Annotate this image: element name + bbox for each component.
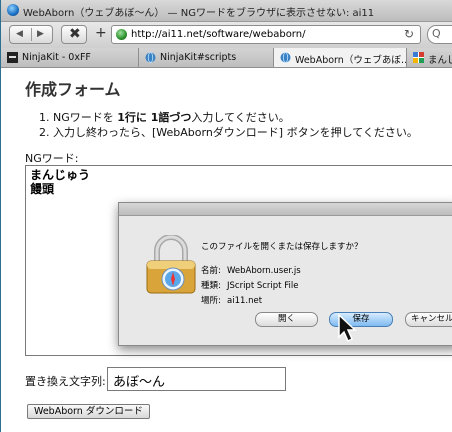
window-title: WebAborn（ウェブあぼ〜ん） — NGワードをブラウザに表示させない: a… <box>23 8 375 19</box>
browser-window: WebAborn（ウェブあぼ〜ん） — NGワードをブラウザに表示させない: a… <box>0 0 452 432</box>
back-forward-buttons[interactable]: ◀ ▶ <box>9 25 53 44</box>
tab-label: NinjaKit - 0xFF <box>22 52 91 63</box>
type-label: 種類: <box>201 281 221 291</box>
mouse-pointer-icon <box>338 313 357 343</box>
tab-manjuu[interactable]: まんじ <box>407 48 452 67</box>
title-bar: WebAborn（ウェブあぼ〜ん） — NGワードをブラウザに表示させない: a… <box>1 0 452 22</box>
reload-icon[interactable]: ↻ <box>404 27 414 41</box>
globe-icon <box>280 52 291 63</box>
tab-ninjakit-scripts[interactable]: NinjaKit#scripts <box>139 48 274 67</box>
name-value: WebAborn.user.js <box>227 266 301 276</box>
location-value: ai11.net <box>227 296 263 306</box>
google-icon <box>413 52 424 63</box>
instructions-list: 1. NGワードを 1行に 1語づつ入力してください。 2. 入力し終わったら、… <box>39 110 418 140</box>
instruction-step-2: 2. 入力し終わったら、[WebAbornダウンロード] ボタンを押してください… <box>39 126 418 139</box>
ng-words-label: NGワード: <box>25 152 79 165</box>
step1-bold: 1行に 1語づつ <box>117 111 192 124</box>
forward-arrow-icon[interactable]: ▶ <box>37 29 44 39</box>
file-download-dialog: このファイルを開くまたは保存しますか？ 名前: WebAborn.user.js … <box>118 202 452 346</box>
download-button[interactable]: WebAborn ダウンロード <box>27 404 150 419</box>
new-tab-button[interactable]: + <box>91 25 111 44</box>
open-button[interactable]: 開く <box>255 312 318 327</box>
step1-suffix: 入力してください。 <box>191 111 290 124</box>
location-label: 場所: <box>201 296 221 306</box>
tab-ninjakit-0xff[interactable]: NinjaKit - 0xFF <box>1 48 139 67</box>
back-arrow-icon[interactable]: ◀ <box>16 29 23 39</box>
navigation-bar: ◀ ▶ ✖ + http://ai11.net/software/webabor… <box>1 22 452 49</box>
address-bar[interactable]: http://ai11.net/software/webaborn/ ↻ <box>111 25 421 44</box>
site-globe-icon <box>116 29 127 40</box>
page-title: 作成フォーム <box>25 80 121 99</box>
tab-webaborn[interactable]: WebAborn（ウェブあぼ… <box>274 48 407 67</box>
tab-label: WebAborn（ウェブあぼ… <box>295 55 407 66</box>
search-box[interactable]: Q <box>427 25 452 44</box>
file-location-row: 場所: ai11.net <box>201 294 301 309</box>
firefox-icon <box>7 4 19 16</box>
tab-label: NinjaKit#scripts <box>160 52 237 63</box>
globe-icon <box>145 52 156 63</box>
stop-button[interactable]: ✖ <box>61 25 87 44</box>
padlock-safari-icon <box>146 235 196 294</box>
tab-label: まんじ <box>428 55 452 66</box>
plus-icon: + <box>95 25 107 41</box>
file-info: 名前: WebAborn.user.js 種類: JScript Script Fi… <box>201 264 301 309</box>
url-text[interactable]: http://ai11.net/software/webaborn/ <box>131 29 305 40</box>
stop-icon: ✖ <box>69 26 81 42</box>
step1-prefix: 1. NGワードを <box>39 111 118 124</box>
replace-string-label: 置き換え文字列: <box>25 375 106 388</box>
type-value: JScript Script File <box>227 281 299 291</box>
separator <box>31 28 32 41</box>
ng-word-line: まんじゅう <box>30 168 91 182</box>
replace-string-input[interactable]: あぼ〜ん <box>107 367 286 391</box>
instruction-step-1: 1. NGワードを 1行に 1語づつ入力してください。 <box>39 110 418 125</box>
name-label: 名前: <box>201 266 221 276</box>
ng-word-line: 饅頭 <box>30 182 55 196</box>
dialog-question: このファイルを開くまたは保存しますか？ <box>201 242 363 252</box>
file-name-row: 名前: WebAborn.user.js <box>201 264 301 279</box>
file-type-row: 種類: JScript Script File <box>201 279 301 294</box>
dialog-title-bar[interactable] <box>119 203 452 216</box>
search-engine-icon[interactable]: Q <box>432 27 441 40</box>
cancel-button[interactable]: キャンセル <box>405 312 452 327</box>
ninja-icon <box>7 52 18 63</box>
tab-bar: NinjaKit - 0xFF NinjaKit#scripts WebAbor… <box>1 48 452 68</box>
